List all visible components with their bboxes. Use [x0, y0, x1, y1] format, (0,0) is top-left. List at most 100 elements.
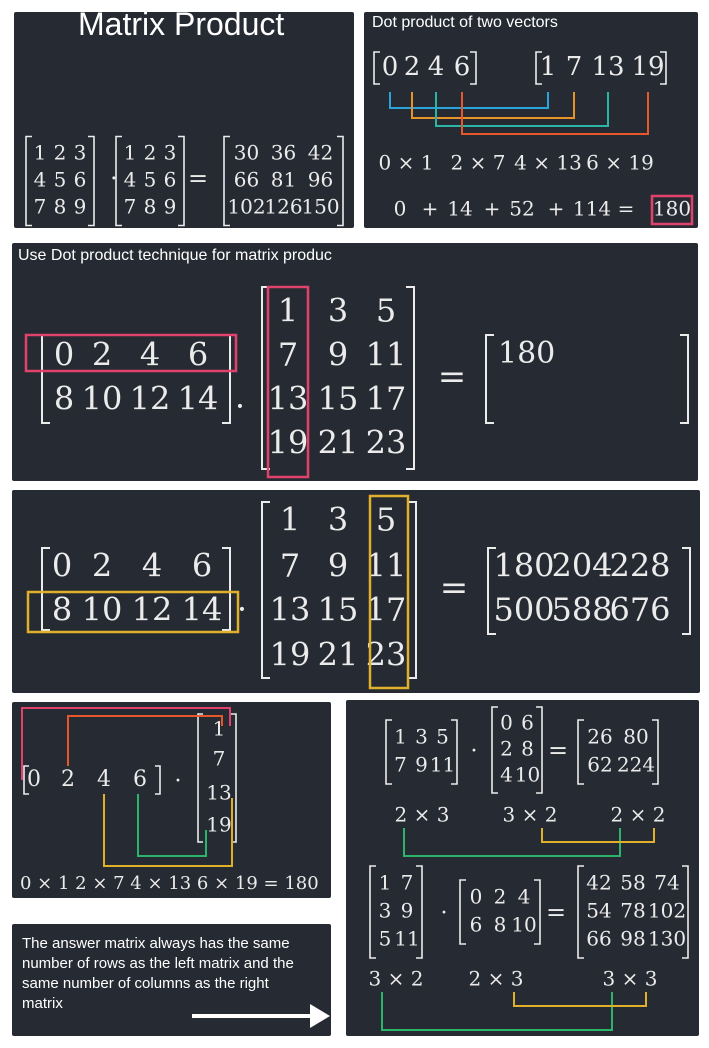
- left-bracket: [577, 719, 584, 785]
- left-bracket: [25, 135, 32, 227]
- panel-dimensions: 1 3 5 7 9 11 · 0 6 2 8 4 10 = 26 80 62 224 2 × 33 × 22 × 2…: [346, 700, 699, 1036]
- result-entry: 204: [551, 547, 612, 585]
- matrix-b-entry: 4: [500, 763, 513, 787]
- dimension-label: 3 × 3: [603, 967, 658, 991]
- matrix-a-entry: 2: [92, 336, 112, 374]
- dimension-label: 2 × 3: [395, 803, 450, 827]
- dot-operator: .: [237, 581, 247, 619]
- matrix-b-entry: 23: [366, 636, 407, 674]
- equals-sign: =: [546, 899, 566, 927]
- sum-term: +: [484, 197, 501, 221]
- vector-a-entry: 6: [454, 52, 471, 82]
- sum-term: 14: [447, 197, 472, 221]
- matrix-a-entry: 8: [54, 380, 74, 418]
- row-entry: 2: [61, 767, 75, 792]
- result-entry: 588: [551, 591, 612, 629]
- matrix-c-entry: 150: [301, 195, 339, 219]
- matrix-b-entry: 9: [328, 336, 348, 374]
- panel-dot-product: Dot product of two vectors 0 2 4 6 1 7 13 19 0 ×…: [364, 12, 698, 228]
- matrix-a-entry: 4: [34, 168, 47, 192]
- column-entry: 1: [213, 717, 226, 741]
- equals-sign: =: [438, 357, 467, 397]
- result-entry: 98: [620, 927, 645, 951]
- dimension-label: 3 × 2: [503, 803, 558, 827]
- panel-note: The answer matrix always has the same nu…: [12, 924, 331, 1036]
- matrix-b-entry: 0: [470, 885, 483, 909]
- matrix-c-entry: 36: [271, 141, 296, 165]
- matrix-a-entry: 5: [379, 927, 392, 951]
- equals-sign: =: [440, 568, 469, 608]
- matrix-b-entry: 2: [500, 737, 513, 761]
- connector-line: [67, 715, 223, 766]
- left-bracket: [485, 334, 494, 424]
- matrix-b-entry: 13: [268, 380, 309, 418]
- left-bracket: [197, 713, 203, 843]
- matrix-b-entry: 17: [366, 380, 407, 418]
- full-product-diagram: 0 2 4 68 10 12 14.1 3 57 9 1113 15 1719 21 23=18020422…: [26, 494, 691, 690]
- matrix-b-entry: 21: [318, 636, 359, 674]
- matrix-c-entry: 30: [234, 141, 259, 165]
- matrix-a-entry: 11: [430, 753, 455, 777]
- matrix-b-entry: 6: [521, 711, 534, 735]
- left-bracket: [41, 334, 50, 424]
- row-entry: 6: [133, 767, 147, 792]
- matrix-a-entry: 6: [192, 547, 212, 585]
- matrix-b-entry: 21: [318, 424, 359, 462]
- sum-term: 52: [509, 197, 534, 221]
- matrix-a-entry: 4: [142, 547, 162, 585]
- panel-dot-technique: Use Dot product technique for matrix pro…: [12, 243, 698, 481]
- matrix-b-entry: 1: [124, 141, 137, 165]
- matrix-a-entry: 11: [394, 927, 419, 951]
- matrix-b-entry: 3: [328, 292, 348, 330]
- matrix-a-entry: 8: [54, 195, 67, 219]
- dot-operator: ·: [175, 769, 182, 794]
- matrix-a-entry: 7: [401, 871, 414, 895]
- result-entry: 66: [586, 927, 611, 951]
- result-entry: 62: [587, 753, 612, 777]
- result-entry: 54: [586, 899, 611, 923]
- matrix-b-entry: 23: [366, 424, 407, 462]
- matrix-b-entry: 15: [318, 591, 359, 629]
- matrix-a-entry: 4: [140, 336, 160, 374]
- right-bracket: [222, 547, 231, 631]
- matrix-b-entry: 2: [144, 141, 157, 165]
- equals-sign: =: [548, 737, 568, 765]
- matrix-a-entry: 3: [415, 725, 428, 749]
- right-bracket: [88, 135, 95, 227]
- vector-b-entry: 19: [631, 52, 664, 82]
- matrix-c-entry: 66: [234, 168, 259, 192]
- matrix-b-entry: 13: [270, 591, 311, 629]
- left-bracket: [373, 51, 380, 85]
- left-bracket: [577, 865, 584, 959]
- matrix-b-entry: 7: [278, 336, 298, 374]
- matrix-b-entry: 17: [366, 591, 407, 629]
- dot-product-result: 180: [653, 197, 691, 221]
- matrix-c-entry: 96: [308, 168, 333, 192]
- product-term: 2 × 7: [451, 151, 506, 175]
- row-column-diagram: 0 2 4 6 · 1 7 13 19 0 × 1 2 × 7 4 × 13 6 × 19 = 1…: [20, 707, 319, 894]
- connector-line: [137, 794, 207, 857]
- result-entry: 676: [609, 591, 670, 629]
- result-entry: 180: [498, 336, 555, 371]
- matrix-a-entry: 1: [34, 141, 47, 165]
- matrix-b-entry: 19: [268, 424, 309, 462]
- matrix-c-entry: 42: [308, 141, 333, 165]
- vector-b-entry: 1: [540, 52, 557, 82]
- result-entry: 58: [620, 871, 645, 895]
- dimension-label: 2 × 2: [611, 803, 666, 827]
- matrix-b-entry: 10: [515, 763, 540, 787]
- panel-row-column: 0 2 4 6 · 1 7 13 19 0 × 1 2 × 7 4 × 13 6 × 19 = 1…: [12, 702, 331, 898]
- dimension-label: 2 × 3: [469, 967, 524, 991]
- connector-line: [461, 92, 649, 135]
- matrix-a-entry: 2: [92, 547, 112, 585]
- matrix-a-entry: 9: [401, 899, 414, 923]
- result-entry: 228: [609, 547, 670, 585]
- matrix-a-entry: 2: [54, 141, 67, 165]
- matrix-b-entry: 5: [144, 168, 157, 192]
- matrix-a-entry: 10: [82, 591, 123, 629]
- sum-term: +: [422, 197, 439, 221]
- matrix-b-entry: 8: [521, 737, 534, 761]
- matrix-a-entry: 0: [52, 547, 72, 585]
- connector-line: [381, 992, 613, 1031]
- left-bracket: [491, 706, 498, 794]
